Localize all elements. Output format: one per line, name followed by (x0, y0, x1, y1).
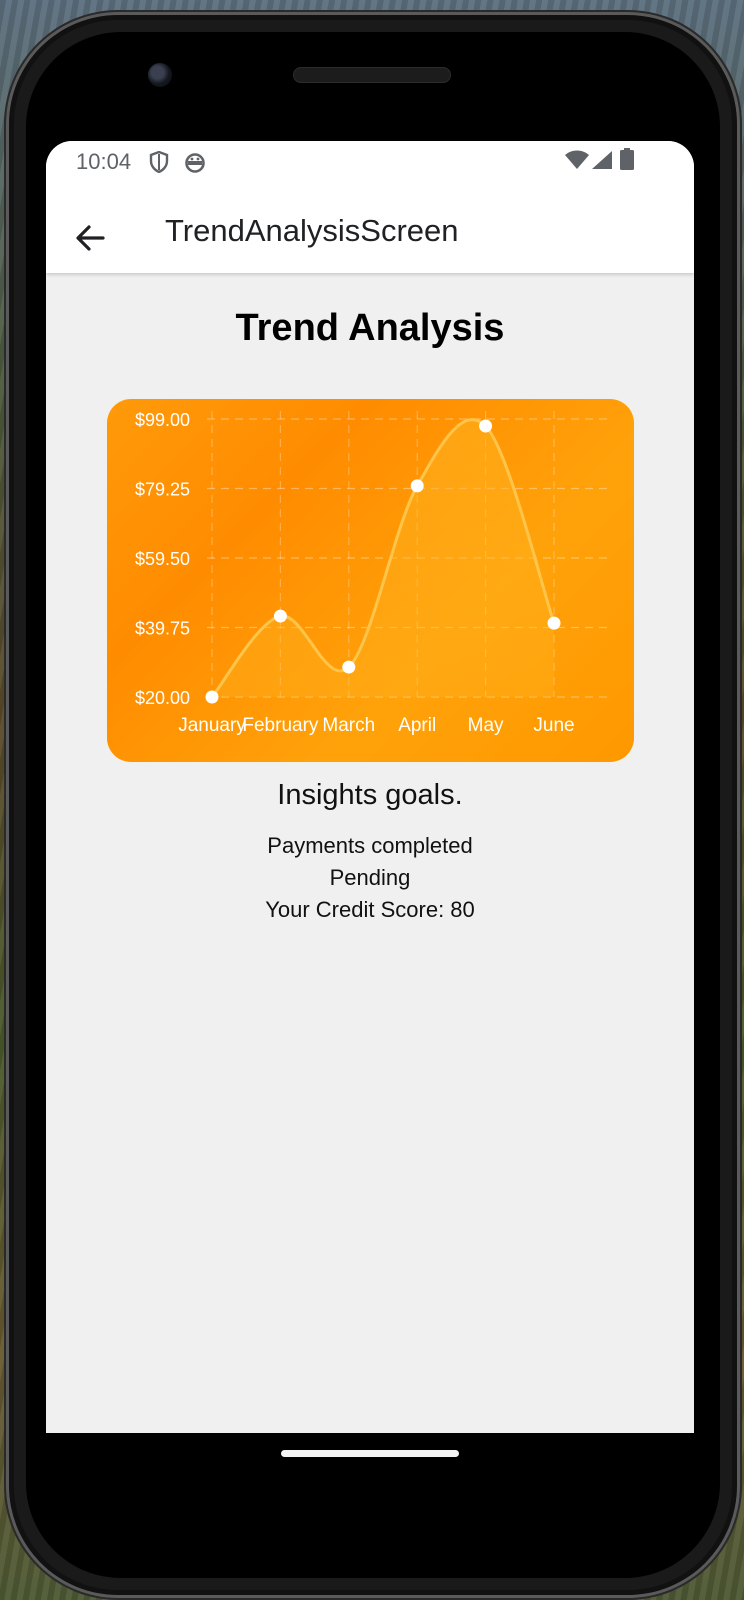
y-tick-label: $59.50 (135, 549, 190, 569)
cellular-signal-icon (591, 150, 613, 176)
y-tick-label: $20.00 (135, 688, 190, 708)
android-face-icon (184, 151, 206, 179)
back-button[interactable] (66, 215, 116, 261)
battery-icon (620, 148, 634, 176)
credit-score-text: Your Credit Score: 80 (265, 897, 475, 922)
status-time: 10:04 (76, 149, 132, 174)
top-app-bar: TrendAnalysisScreen (46, 201, 694, 273)
data-point-june (547, 616, 561, 630)
y-tick-label: $39.75 (135, 619, 190, 639)
data-point-february (273, 609, 287, 623)
x-tick-label: April (398, 715, 436, 736)
x-tick-label: March (322, 715, 375, 736)
data-point-january (205, 690, 219, 704)
y-tick-label: $99.00 (135, 410, 190, 430)
home-gesture-handle[interactable] (281, 1450, 459, 1457)
gesture-navigation-bar (46, 1433, 694, 1523)
pending-text: Pending (329, 865, 411, 890)
x-tick-label: February (242, 715, 319, 736)
earpiece-speaker (293, 67, 451, 83)
front-camera (148, 63, 172, 87)
trend-chart-card: $20.00 $39.75 $59.50 $79.25 $99.00 January Feb… (107, 399, 634, 762)
arrow-left-icon (75, 224, 105, 257)
x-tick-label: June (533, 715, 574, 736)
shield-icon (149, 150, 169, 179)
data-point-march (342, 660, 356, 674)
payments-completed-text: Payments completed (267, 833, 473, 858)
y-tick-label: $79.25 (135, 480, 190, 500)
page-title: Trend Analysis (235, 307, 505, 349)
wifi-icon (564, 150, 590, 176)
app-screen: 10:04 TrendAnalysisScreen Trend Analysis… (46, 141, 694, 1433)
status-bar: 10:04 (46, 141, 694, 201)
x-tick-label: May (468, 715, 504, 736)
data-point-may (479, 419, 493, 433)
insights-heading: Insights goals. (277, 779, 463, 811)
trend-line-chart: $20.00 $39.75 $59.50 $79.25 $99.00 JanuaryFeb… (135, 410, 607, 736)
data-point-april (410, 479, 424, 493)
x-tick-label: January (178, 715, 246, 736)
app-bar-title: TrendAnalysisScreen (165, 213, 459, 248)
